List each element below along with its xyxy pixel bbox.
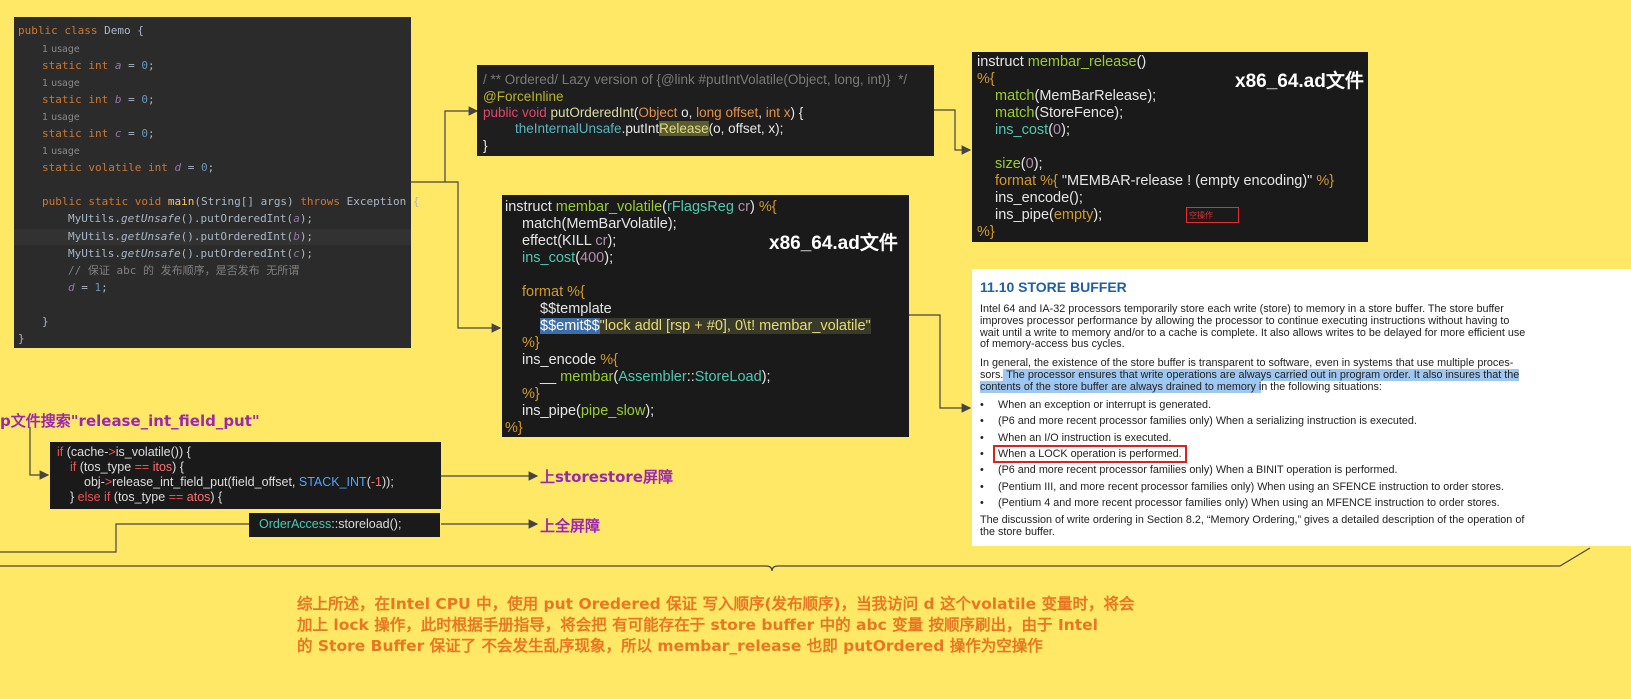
size-line: size(0); xyxy=(995,156,1043,172)
highlighted-text: The processor ensures that write operati… xyxy=(1003,368,1520,381)
effect-line: effect(KILL cr); xyxy=(522,233,617,249)
paragraph-2: In general, the existence of the store b… xyxy=(980,357,1520,393)
block-open: %{ xyxy=(977,71,995,87)
bullet-item-lock: • When a LOCK operation is performed. xyxy=(980,445,1187,463)
cpp-search-label: p文件搜索"release_int_field_put" xyxy=(0,412,260,430)
ins-encode-line: ins_encode(); xyxy=(995,190,1083,206)
annotation: @ForceInline xyxy=(483,89,564,104)
call-c: MyUtils.getUnsafe().putOrderedInt(c); xyxy=(68,247,314,260)
arrow-demo-to-unsafe xyxy=(411,106,479,183)
code-comment: // 保证 abc 的 发布顺序，是否发布 无所谓 xyxy=(68,264,300,277)
summary-text: 综上所述，在Intel CPU 中，使用 put Oredered 保证 写入顺… xyxy=(297,595,1135,655)
match-release: match(MemBarRelease); xyxy=(995,88,1157,104)
lock-highlight-box: When a LOCK operation is performed. xyxy=(993,445,1187,463)
encode-close: %} xyxy=(522,386,540,402)
format-close: %} xyxy=(522,335,540,351)
file-label: x86_64.ad文件 xyxy=(1235,71,1364,92)
arrow-cpp-entry xyxy=(29,427,50,480)
storestore-barrier-label: 上storestore屏障 xyxy=(540,468,673,486)
format-line: format %{ xyxy=(522,284,585,300)
section-heading: 11.10 STORE BUFFER xyxy=(980,279,1127,295)
full-barrier-label: 上全屏障 xyxy=(540,517,601,535)
match-line: match(MemBarVolatile); xyxy=(522,216,677,232)
format-line: format %{ "MEMBAR-release ! (empty encod… xyxy=(995,173,1335,189)
usage-hint: 1 usage xyxy=(42,146,80,157)
emit-line: $$emit$$"lock addl [rsp + #0], 0\t! memb… xyxy=(540,318,871,334)
highlighted-text: contents of the store buffer are always … xyxy=(980,380,1262,393)
arrow-unsafe-to-release xyxy=(934,109,972,155)
close-brace: } xyxy=(483,138,488,153)
cpp-line-1: if (cache->is_volatile()) { xyxy=(57,445,191,459)
block-close: %} xyxy=(977,224,995,240)
cpp-line-3: obj->release_int_field_put(field_offset,… xyxy=(84,475,394,489)
call-b: MyUtils.getUnsafe().putOrderedInt(b); xyxy=(68,230,314,243)
instruct-line: instruct membar_release() xyxy=(977,54,1147,70)
paragraph-1: Intel 64 and IA-32 processors temporaril… xyxy=(980,303,1526,351)
field-a: static int a = 0; xyxy=(42,59,155,72)
call-a: MyUtils.getUnsafe().putOrderedInt(a); xyxy=(68,212,314,225)
close-brace: } xyxy=(18,332,25,345)
assign-d: d = 1; xyxy=(68,281,108,294)
close-brace: } xyxy=(42,315,49,328)
field-d: static volatile int d = 0; xyxy=(42,161,215,174)
usage-hint: 1 usage xyxy=(42,112,80,123)
connector-left-storeload xyxy=(0,523,249,553)
bullet-item: • (Pentium III, and more recent processor… xyxy=(980,481,1504,493)
class-decl: public class Demo { xyxy=(18,24,144,37)
usage-hint: 1 usage xyxy=(42,78,80,89)
template-line: $$template xyxy=(540,301,612,317)
empty-op-tag: 空操作 xyxy=(1186,207,1239,223)
file-label: x86_64.ad文件 xyxy=(769,233,898,254)
storeload-code-panel: OrderAccess::storeload(); xyxy=(249,513,440,537)
bullet-item: • (P6 and more recent processor families … xyxy=(980,464,1398,476)
main-method-decl: public static void main(String[] args) t… xyxy=(42,195,420,208)
instruct-close: %} xyxy=(505,420,523,436)
cpp-line-2: if (tos_type == itos) { xyxy=(70,460,184,474)
bullet-item: • (Pentium 4 and more recent processor fa… xyxy=(980,497,1500,509)
membar-volatile-panel: x86_64.ad文件 instruct membar_volatile(rFl… xyxy=(502,195,909,437)
intel-manual-excerpt: 11.10 STORE BUFFER Intel 64 and IA-32 pr… xyxy=(972,269,1631,546)
unsafe-code-panel: / ** Ordered/ Lazy version of {@link #pu… xyxy=(477,65,934,156)
summary-brace xyxy=(0,547,1591,572)
ins-pipe-line: ins_pipe(empty); xyxy=(995,207,1103,223)
membar-release-panel: x86_64.ad文件 instruct membar_release() %{… xyxy=(972,52,1368,242)
arrow-volatile-to-doc xyxy=(909,314,972,413)
javadoc-comment: / ** Ordered/ Lazy version of {@link #pu… xyxy=(483,72,908,87)
match-storefence: match(StoreFence); xyxy=(995,105,1124,121)
bullet-item: • (P6 and more recent processor families … xyxy=(980,415,1417,427)
instruct-line: instruct membar_volatile(rFlagsReg cr) %… xyxy=(505,199,777,215)
cpp-line-4: } else if (tos_type == atos) { xyxy=(70,490,223,504)
ins-encode-line: ins_encode %{ xyxy=(522,352,618,368)
demo-code-panel: public class Demo { 1 usage static int a… xyxy=(14,17,420,348)
method-body: theInternalUnsafe.putIntRelease(o, offse… xyxy=(515,121,784,136)
ins-cost-line: ins_cost(0); xyxy=(995,122,1070,138)
field-c: static int c = 0; xyxy=(42,127,155,140)
method-signature: public void putOrderedInt(Object o, long… xyxy=(483,105,804,120)
ins-pipe-line: ins_pipe(pipe_slow); xyxy=(522,403,655,419)
membar-call-line: __ membar(Assembler::StoreLoad); xyxy=(540,369,771,385)
storeload-line: OrderAccess::storeload(); xyxy=(259,517,402,531)
bullet-item: • When an I/O instruction is executed. xyxy=(980,432,1172,444)
paragraph-3: The discussion of write ordering in Sect… xyxy=(980,514,1525,538)
arrow-demo-to-volatile xyxy=(445,181,502,333)
field-b: static int b = 0; xyxy=(42,93,155,106)
interpreter-code-panel: if (cache->is_volatile()) { if (tos_type… xyxy=(50,442,441,509)
bullet-item: • When an exception or interrupt is gener… xyxy=(980,399,1212,411)
ins-cost-line: ins_cost(400); xyxy=(522,250,614,266)
usage-hint: 1 usage xyxy=(42,44,80,55)
